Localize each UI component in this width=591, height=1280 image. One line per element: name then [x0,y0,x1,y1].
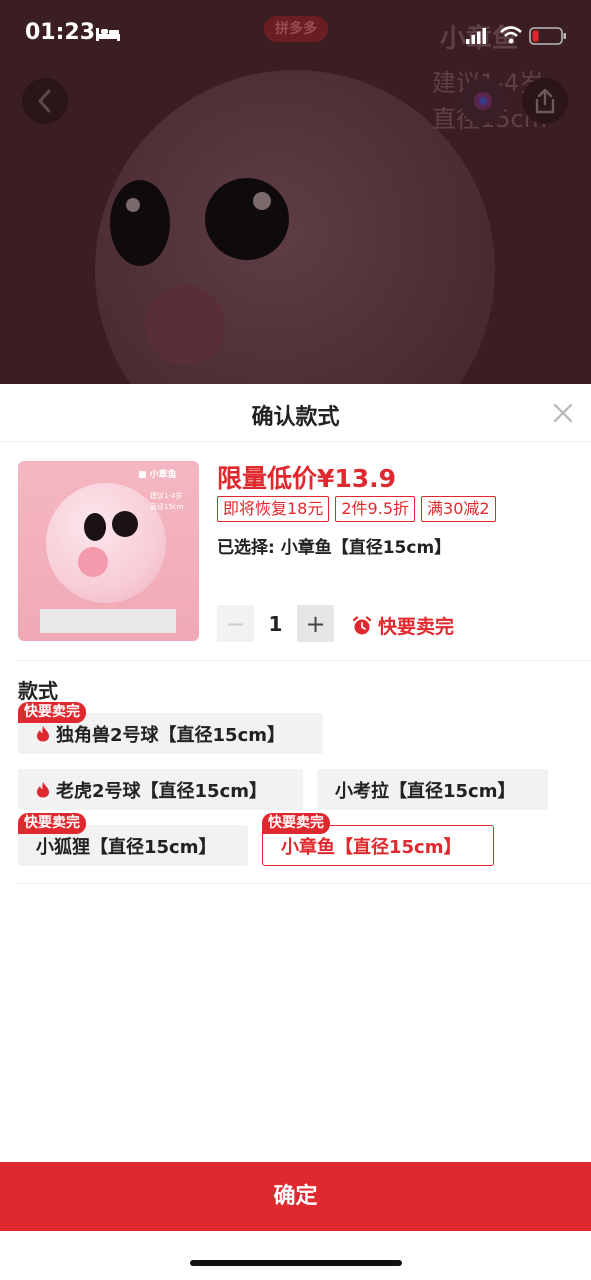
back-button[interactable] [22,78,68,124]
product-image-age: 建议1-4岁 [150,492,183,500]
selling-fast-badge: 快要卖完 [18,813,86,834]
signal-icon [466,28,486,44]
style-section-title: 款式 [18,679,58,703]
style-option-label: 小章鱼【直径15cm】 [281,836,462,858]
product-image-size: 直径15cm [150,503,184,511]
bed-icon [96,28,120,41]
product-image-tag-text: 小章鱼 [149,470,177,480]
home-indicator [190,1260,402,1266]
battery-icon [529,27,566,45]
promo-tag: 2件9.5折 [335,496,416,522]
sheet-header: 确认款式 [0,384,591,442]
style-option-tiger[interactable]: 老虎2号球【直径15cm】 [18,769,303,810]
style-option-label: 小考拉【直径15cm】 [335,780,516,802]
product-stand [40,609,176,633]
selling-fast-indicator: 快要卖完 [352,612,454,639]
divider [18,883,591,884]
style-option-koala[interactable]: 小考拉【直径15cm】 [317,769,548,810]
decrease-button[interactable]: − [217,605,254,642]
selected-variant-text: 已选择: 小章鱼【直径15cm】 [217,538,452,558]
selling-fast-badge: 快要卖完 [262,813,330,834]
style-option-label: 小狐狸【直径15cm】 [36,836,217,858]
increase-button[interactable]: + [297,605,334,642]
style-option-label: 老虎2号球【直径15cm】 [56,780,267,802]
cart-icon [474,92,492,110]
background-mouth [145,285,225,365]
confirm-button[interactable]: 确定 [0,1162,591,1231]
product-mouth [78,547,108,577]
quantity-stepper: − 1 + [217,605,334,642]
promo-tags: 即将恢复18元 2件9.5折 满30减2 [217,496,496,522]
fire-icon [37,782,49,798]
status-bar: 01:23 [0,0,591,70]
product-image-tag: ■ 小章鱼 [138,470,177,480]
share-icon [535,88,555,114]
quantity-value: 1 [268,611,283,636]
alarm-clock-icon [352,615,372,634]
chevron-left-icon [38,89,51,113]
close-icon[interactable] [553,403,573,423]
selling-fast-badge: 快要卖完 [18,702,86,723]
fire-icon [37,726,49,742]
cart-button[interactable] [460,78,506,124]
product-ball-image [46,483,166,603]
product-eye-right [112,511,138,537]
product-eye-left [84,513,106,541]
promo-tag: 满30减2 [421,496,496,522]
style-option-label: 独角兽2号球【直径15cm】 [56,724,285,746]
share-button[interactable] [522,78,568,124]
background-eye-left [110,180,170,266]
sheet-title: 确认款式 [251,405,340,430]
price-label: 限量低价¥13.9 [217,464,397,493]
selling-fast-label: 快要卖完 [378,616,455,638]
status-time: 01:23 [25,20,96,45]
divider [18,660,591,661]
background-eye-right [205,178,289,260]
product-image-subtext: 建议1-4岁 直径15cm [150,491,184,513]
product-thumbnail[interactable]: ■ 小章鱼 建议1-4岁 直径15cm [18,461,199,641]
promo-tag: 即将恢复18元 [217,496,330,522]
wifi-icon [500,26,522,44]
